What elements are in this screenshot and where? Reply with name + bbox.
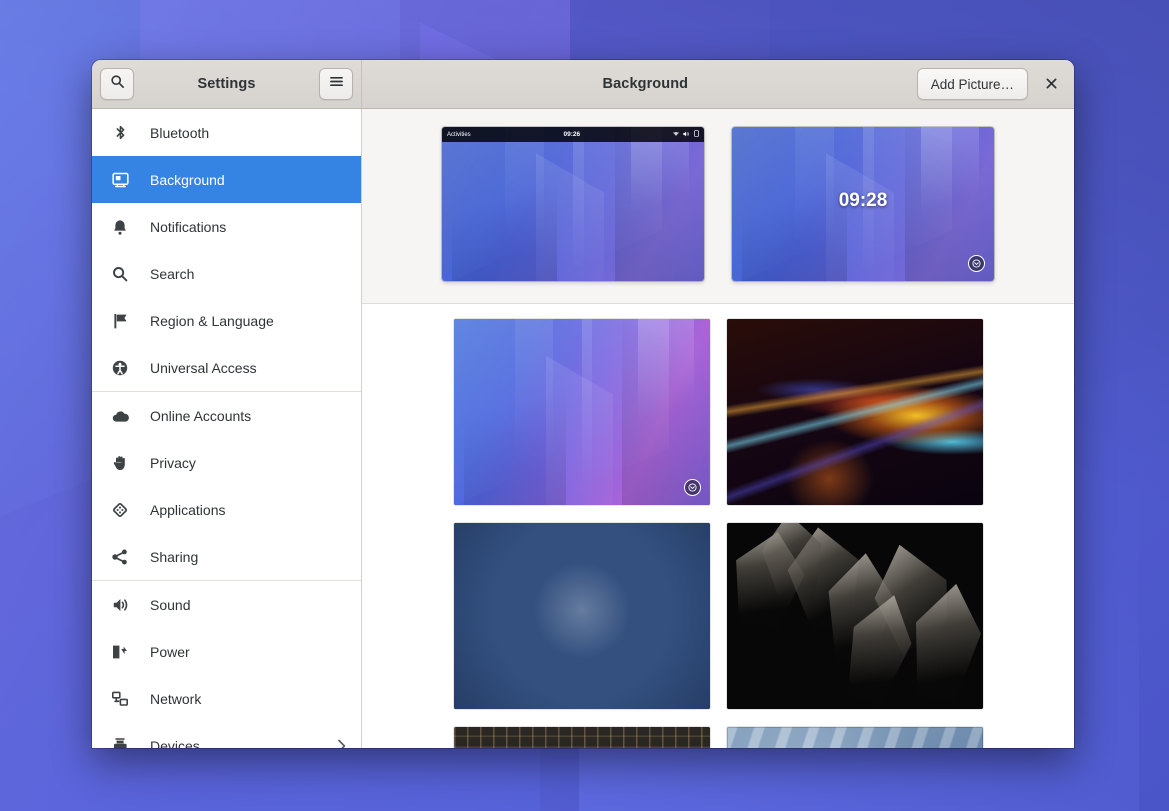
sidebar-item-applications[interactable]: Applications — [92, 486, 361, 533]
wallpaper-grid-area[interactable] — [362, 304, 1074, 748]
sidebar-item-online-accounts[interactable]: Online Accounts — [92, 392, 361, 439]
activities-label: Activities — [447, 132, 471, 138]
desktop-preview[interactable]: Activities 09:26 — [442, 127, 704, 281]
wallpaper-blue-blurred-texture[interactable] — [727, 727, 983, 748]
wallpaper-art — [454, 319, 710, 505]
wifi-icon — [673, 131, 679, 139]
flag-icon — [108, 313, 132, 329]
sidebar-item-label: Sound — [150, 597, 190, 613]
close-icon — [1046, 76, 1057, 93]
bell-icon — [108, 219, 132, 235]
background-monitor-icon — [108, 172, 132, 188]
headerbar-sidebar-section: Settings — [92, 60, 362, 108]
sidebar-item-power[interactable]: Power — [92, 628, 361, 675]
add-picture-button[interactable]: Add Picture… — [917, 68, 1028, 100]
volume-icon — [683, 131, 690, 139]
sidebar-item-label: Online Accounts — [150, 408, 251, 424]
preview-area: Activities 09:26 — [362, 109, 1074, 304]
wallpaper-art — [454, 523, 710, 709]
battery-power-icon — [108, 644, 132, 660]
panel-clock: 09:26 — [471, 131, 673, 138]
wallpaper-art — [454, 727, 710, 748]
lock-screen-clock: 09:28 — [732, 190, 994, 212]
sidebar-item-sharing[interactable]: Sharing — [92, 533, 361, 580]
sidebar-item-label: Privacy — [150, 455, 196, 471]
hand-icon — [108, 455, 132, 471]
devices-printer-icon — [108, 738, 132, 749]
sidebar-item-label: Devices — [150, 738, 200, 749]
sidebar-item-background[interactable]: Background — [92, 156, 361, 203]
search-icon — [110, 74, 125, 94]
sidebar-item-label: Sharing — [150, 549, 198, 565]
settings-window: Settings Background Add Picture… — [92, 60, 1074, 748]
sidebar-item-sound[interactable]: Sound — [92, 581, 361, 628]
clock-badge-icon — [968, 255, 985, 272]
cloud-icon — [108, 409, 132, 423]
sidebar-item-label: Applications — [150, 502, 226, 518]
sidebar-item-privacy[interactable]: Privacy — [92, 439, 361, 486]
chevron-right-icon — [336, 739, 347, 749]
sidebar-item-label: Region & Language — [150, 313, 274, 329]
sidebar-item-search[interactable]: Search — [92, 250, 361, 297]
clock-badge-icon — [684, 479, 701, 496]
background-panel: Activities 09:26 — [362, 109, 1074, 748]
accessibility-icon — [108, 360, 132, 376]
wallpaper-light-streaks[interactable] — [727, 319, 983, 505]
sidebar-item-devices[interactable]: Devices — [92, 722, 361, 748]
battery-icon — [694, 130, 699, 139]
window-body: Bluetooth Background Notifications Searc… — [92, 109, 1074, 748]
wallpaper-dark-wet-leaves[interactable] — [727, 523, 983, 709]
wallpaper-art — [727, 727, 983, 748]
sidebar-item-label: Background — [150, 172, 225, 188]
wallpaper-dark-dotted-texture[interactable] — [454, 727, 710, 748]
headerbar-content-section: Background Add Picture… — [362, 60, 1074, 108]
speaker-icon — [108, 597, 132, 613]
search-button[interactable] — [100, 68, 134, 100]
wallpaper-art — [727, 319, 983, 505]
page-title: Background — [374, 76, 917, 92]
sidebar-title: Settings — [134, 76, 319, 92]
sidebar-item-bluetooth[interactable]: Bluetooth — [92, 109, 361, 156]
applications-diamond-icon — [108, 502, 132, 518]
sidebar-item-label: Network — [150, 691, 201, 707]
wallpaper-aerial-snow-forest[interactable] — [454, 523, 710, 709]
desktop-preview-wallpaper — [442, 127, 704, 281]
sidebar-item-label: Universal Access — [150, 360, 257, 376]
sidebar-item-label: Bluetooth — [150, 125, 209, 141]
preview-top-panel: Activities 09:26 — [442, 127, 704, 142]
main-menu-button[interactable] — [319, 68, 353, 100]
sidebar-item-network[interactable]: Network — [92, 675, 361, 722]
wallpaper-geometric-blue-purple[interactable] — [454, 319, 710, 505]
wallpaper-art — [727, 523, 983, 709]
sidebar-item-label: Power — [150, 644, 190, 660]
network-icon — [108, 691, 132, 707]
lock-screen-preview[interactable]: 09:28 — [732, 127, 994, 281]
window-headerbar: Settings Background Add Picture… — [92, 60, 1074, 109]
sidebar-item-universal-access[interactable]: Universal Access — [92, 344, 361, 391]
sidebar-item-label: Search — [150, 266, 194, 282]
sidebar-item-region-language[interactable]: Region & Language — [92, 297, 361, 344]
hamburger-menu-icon — [329, 75, 344, 93]
panel-status-icons — [673, 130, 699, 139]
share-nodes-icon — [108, 549, 132, 565]
settings-sidebar[interactable]: Bluetooth Background Notifications Searc… — [92, 109, 362, 748]
close-window-button[interactable] — [1036, 69, 1066, 99]
sidebar-item-label: Notifications — [150, 219, 226, 235]
search-icon — [108, 266, 132, 282]
sidebar-item-notifications[interactable]: Notifications — [92, 203, 361, 250]
bluetooth-icon — [108, 124, 132, 141]
